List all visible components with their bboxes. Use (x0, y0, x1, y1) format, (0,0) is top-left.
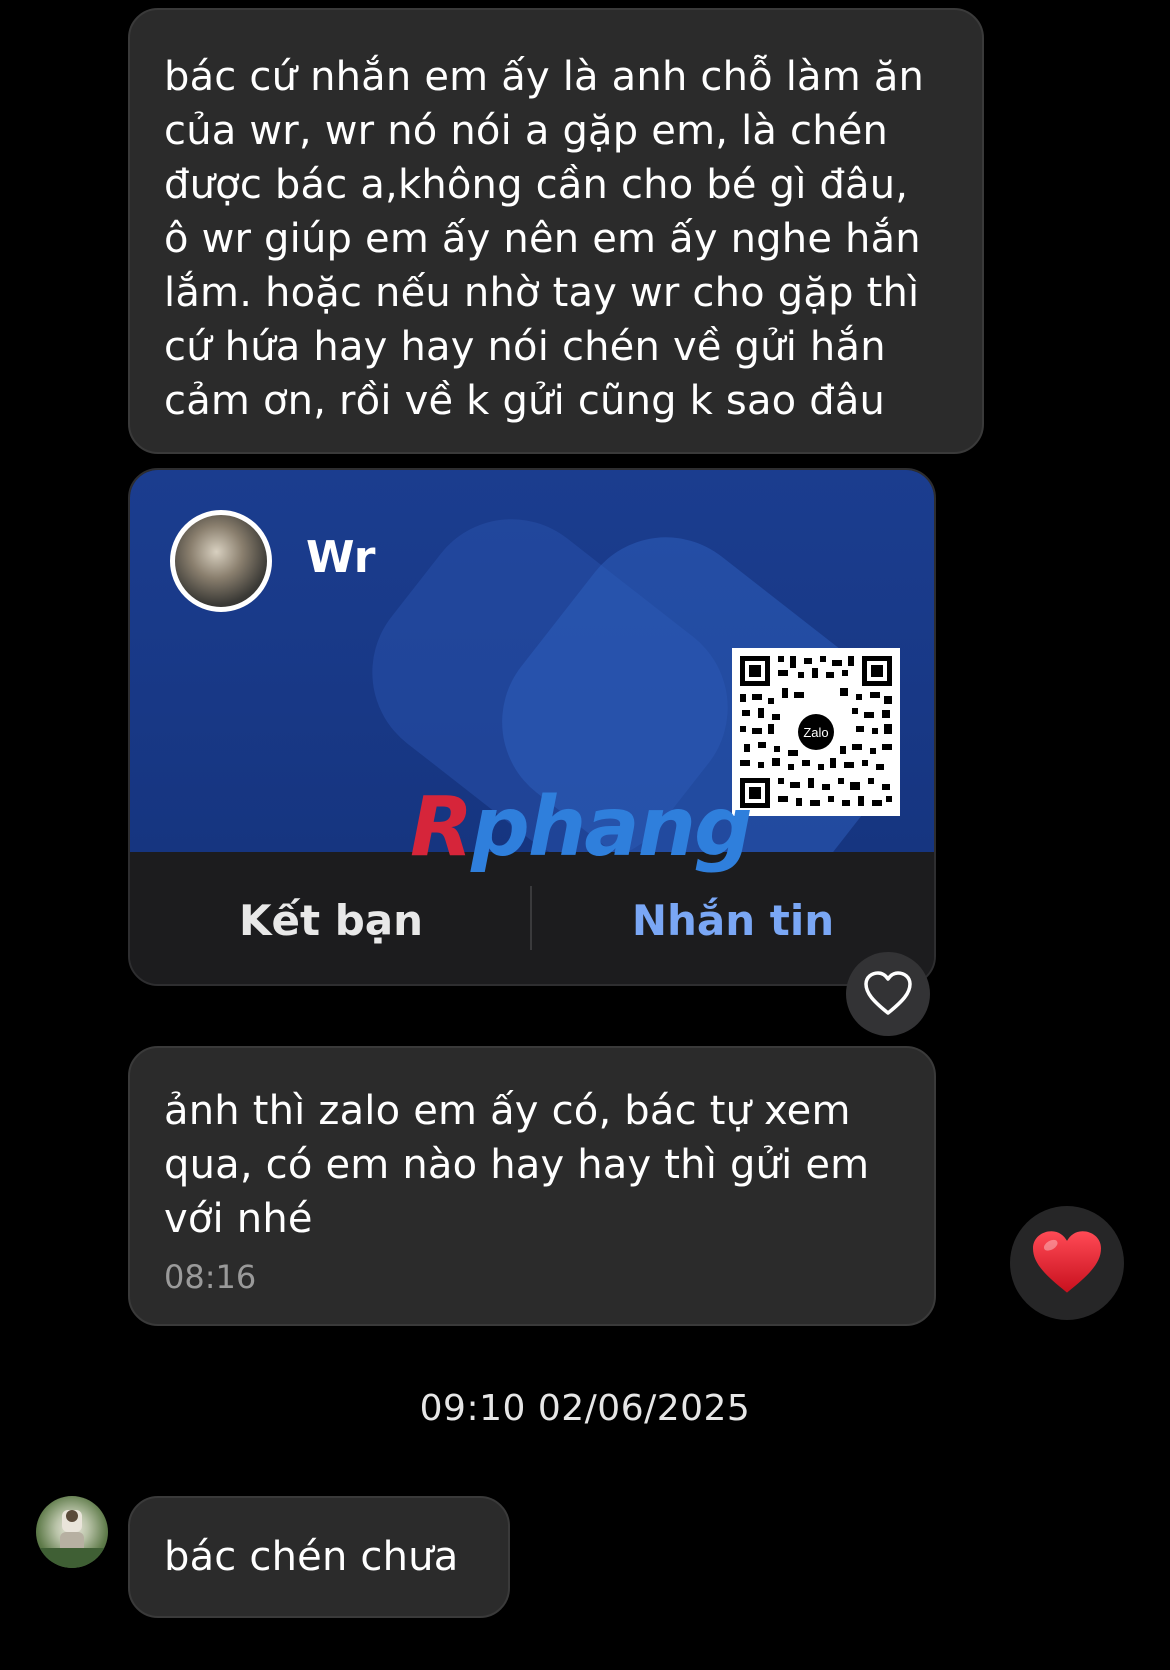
contact-name: Wr (306, 532, 376, 583)
message-bubble[interactable]: bác chén chưa (128, 1496, 510, 1618)
message-text: ảnh thì zalo em ấy có, bác tự xem qua, c… (164, 1088, 870, 1242)
qr-code-image: Zalo (732, 648, 900, 816)
sender-avatar[interactable] (36, 1496, 108, 1568)
message-bubble[interactable]: ảnh thì zalo em ấy có, bác tự xem qua, c… (128, 1046, 936, 1326)
date-separator: 09:10 02/06/2025 (419, 1388, 751, 1429)
heart-icon[interactable] (1010, 1206, 1124, 1320)
contact-card[interactable]: Wr Zalo Rphang Kết bạn Nhắn tin (128, 468, 936, 986)
message-time: 08:16 (164, 1258, 257, 1296)
message-bubble[interactable]: bác cứ nhắn em ấy là anh chỗ làm ăn của … (128, 8, 984, 454)
zalo-logo-text: Zalo (803, 725, 828, 740)
message-text: bác cứ nhắn em ấy là anh chỗ làm ăn của … (164, 54, 925, 424)
contact-avatar[interactable] (170, 510, 272, 612)
qr-code[interactable]: Zalo (732, 648, 900, 816)
heart-outline-icon[interactable] (846, 952, 930, 1036)
watermark: Rphang (410, 780, 753, 875)
message-text: bác chén chưa (164, 1534, 459, 1580)
